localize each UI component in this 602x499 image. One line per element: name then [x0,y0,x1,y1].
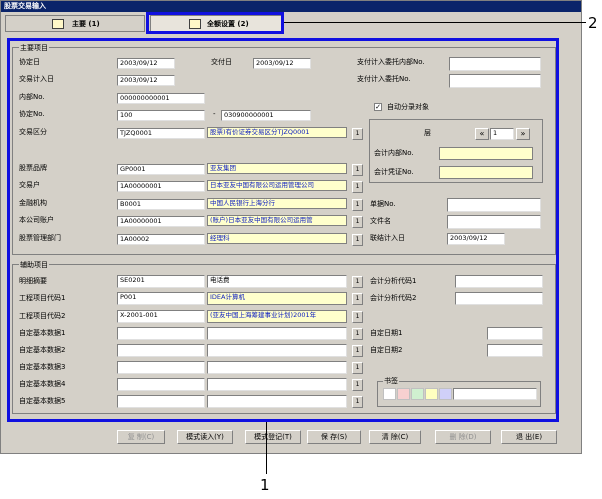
callout-number-2: 2 [588,14,598,32]
callout-number-1: 1 [260,476,270,494]
save-button[interactable]: 保 存(S) [307,430,361,444]
tab-main-label: 主要 (1) [72,20,100,28]
template-register-button[interactable]: 模式登记(T) [245,430,301,444]
clear-button[interactable]: 清 除(C) [369,430,421,444]
tab-highlight-box [146,12,284,34]
tab-bar: 主要 (1) 全额设置 (2) [5,15,577,32]
callout-line-1 [266,422,267,474]
main-area-highlight-box [7,38,559,422]
callout-line-2 [284,22,586,23]
book-icon [52,19,64,29]
exit-button[interactable]: 退 出(E) [501,430,557,444]
delete-button[interactable]: 删 除(D) [435,430,491,444]
tab-main[interactable]: 主要 (1) [5,15,145,32]
template-read-button[interactable]: 模式读入(Y) [177,430,233,444]
window-title: 股票交易输入 [1,1,581,12]
copy-button[interactable]: 复 制(C) [117,430,165,444]
